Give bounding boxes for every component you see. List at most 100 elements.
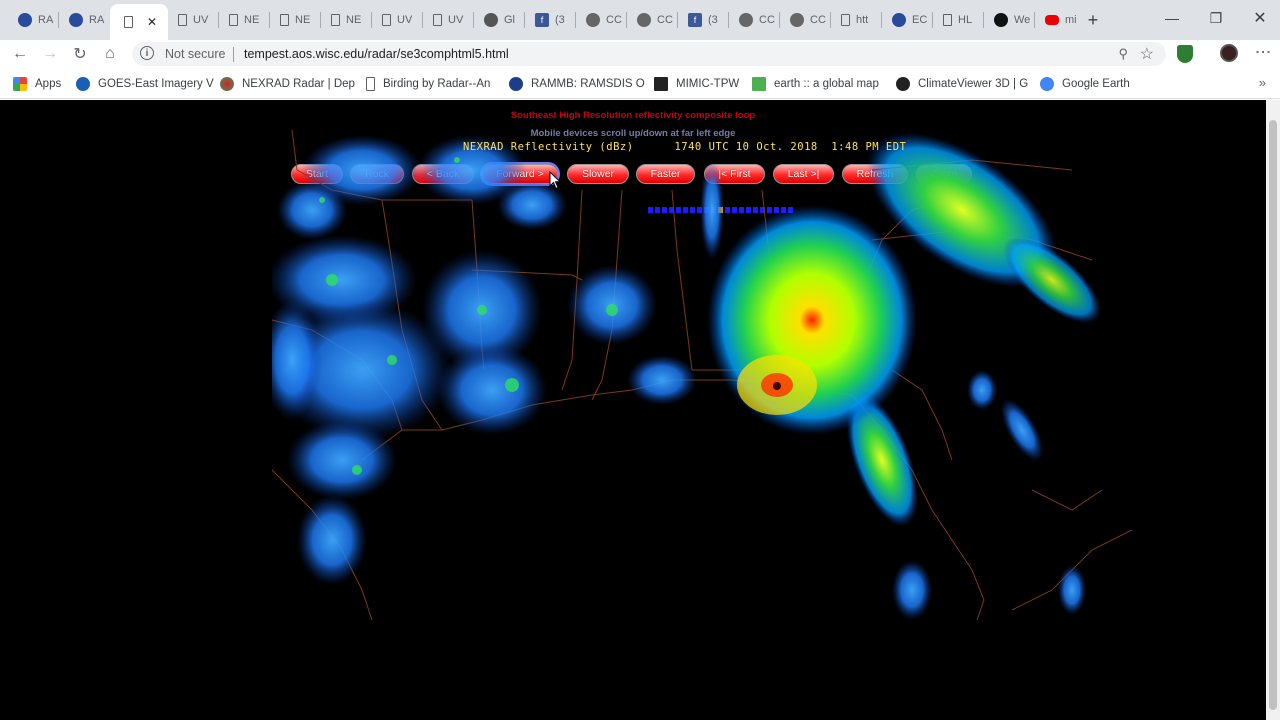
tab-3[interactable]: UV: [168, 8, 218, 32]
tab-title: CC: [657, 14, 673, 26]
tab-title: UV: [397, 14, 413, 26]
forward-button[interactable]: →: [39, 43, 61, 65]
bookmark-item[interactable]: Apps: [13, 76, 61, 92]
tab-title: NE: [295, 14, 311, 26]
bookmark-item[interactable]: GOES-East Imagery V: [76, 76, 214, 92]
tab-title: htt: [856, 14, 869, 26]
close-window-button[interactable]: ✕: [1238, 0, 1280, 36]
page-icon: [280, 14, 289, 26]
tab-16[interactable]: htt: [831, 8, 881, 32]
tab-strip: RA RA ✕ UV NE NE NE UV UV Gl f (3 CC CC f (3 CC CC htt EC HL…: [0, 0, 1280, 40]
page-icon: [841, 14, 850, 26]
back-button[interactable]: ←: [9, 43, 31, 65]
facebook-icon: f: [535, 13, 549, 27]
tab-title: mi: [1065, 14, 1077, 26]
profile-avatar[interactable]: [1220, 44, 1238, 62]
restore-button[interactable]: ❐: [1194, 0, 1238, 36]
bookmark-item[interactable]: Google Earth: [1040, 76, 1130, 92]
radar-map: [272, 130, 1132, 620]
tab-title: RA: [38, 14, 54, 26]
bookmarks-bar: Apps GOES-East Imagery V NEXRAD Radar | De…: [0, 70, 1280, 99]
tab-title: UV: [448, 14, 464, 26]
tab-6[interactable]: NE: [321, 8, 371, 32]
page-icon: [229, 14, 238, 26]
page-icon: [178, 14, 187, 26]
bookmark-label: MIMIC-TPW: [676, 78, 740, 90]
zoom-icon[interactable]: ⚲: [1118, 46, 1128, 62]
tab-title: NE: [244, 14, 260, 26]
page-scrollbar[interactable]: [1266, 100, 1280, 720]
tab-0[interactable]: RA: [8, 8, 58, 32]
tab-20[interactable]: mi: [1035, 8, 1085, 32]
bookmark-label: Google Earth: [1062, 78, 1130, 90]
new-tab-button[interactable]: +: [1083, 8, 1103, 32]
minimize-button[interactable]: —: [1150, 0, 1194, 36]
tab-9[interactable]: Gl: [474, 8, 524, 32]
waves-icon: [994, 13, 1008, 27]
nexrad-icon: [220, 77, 234, 91]
tab-title: CC: [606, 14, 622, 26]
bookmark-item[interactable]: ClimateViewer 3D | G: [896, 76, 1028, 92]
tab-8[interactable]: UV: [423, 8, 473, 32]
reload-button[interactable]: ↻: [69, 43, 91, 65]
bookmark-star-icon[interactable]: ☆: [1140, 44, 1154, 64]
close-tab-icon[interactable]: ✕: [147, 15, 157, 29]
toolbar: ← → ↻ ⌂ i Not secure tempest.aos.wisc.ed…: [0, 40, 1280, 68]
radar-map-title: NEXRAD Reflectivity (dBz) 1740 UTC 10 Oc…: [463, 141, 907, 153]
bookmark-item[interactable]: NEXRAD Radar | Dep: [220, 76, 355, 92]
tab-title: (3: [555, 14, 565, 26]
tab-title: UV: [193, 14, 209, 26]
tab-13[interactable]: f (3: [678, 8, 728, 32]
bookmark-label: earth :: a global map: [774, 78, 879, 90]
tab-10[interactable]: f (3: [525, 8, 575, 32]
tab-7[interactable]: UV: [372, 8, 422, 32]
tab-5[interactable]: NE: [270, 8, 320, 32]
tab-title: RA: [89, 14, 105, 26]
shield-extension-icon[interactable]: [1177, 45, 1193, 63]
tab-title: NE: [346, 14, 362, 26]
youtube-icon: [1045, 15, 1059, 25]
address-bar[interactable]: i Not secure tempest.aos.wisc.edu/radar/…: [132, 42, 1166, 66]
scrollbar-thumb[interactable]: [1269, 120, 1277, 710]
mimic-icon: [654, 77, 668, 91]
bookmark-item[interactable]: earth :: a global map: [752, 76, 879, 92]
globe-blue-icon: [18, 13, 32, 27]
tab-title: CC: [810, 14, 826, 26]
bookmark-item[interactable]: MIMIC-TPW: [654, 76, 739, 92]
tab-11[interactable]: CC: [576, 8, 626, 32]
bookmark-label: Birding by Radar--An: [383, 78, 491, 90]
facebook-icon: f: [688, 13, 702, 27]
bookmark-label: GOES-East Imagery V: [98, 78, 214, 90]
tab-title: CC: [759, 14, 775, 26]
tab-2[interactable]: ✕: [110, 4, 168, 40]
google-earth-icon: [1040, 77, 1054, 91]
tab-12[interactable]: CC: [627, 8, 677, 32]
bookmark-label: NEXRAD Radar | Dep: [242, 78, 355, 90]
menu-kebab-icon[interactable]: ⋮: [1253, 44, 1272, 57]
hurricane-michael-echo: [707, 132, 1101, 620]
tab-4[interactable]: NE: [219, 8, 269, 32]
info-icon[interactable]: i: [140, 46, 154, 60]
globe-gray-icon: [739, 13, 753, 27]
tab-title: Gl: [504, 14, 515, 26]
mouse-cursor-icon: [549, 171, 562, 190]
tab-title: EC: [912, 14, 928, 26]
url-text[interactable]: tempest.aos.wisc.edu/radar/se3comphtml5.…: [244, 47, 509, 61]
chevron-more-icon[interactable]: »: [1259, 75, 1266, 90]
globe-gray-icon: [586, 13, 600, 27]
tab-15[interactable]: CC: [780, 8, 830, 32]
tab-17[interactable]: EC: [882, 8, 932, 32]
tab-14[interactable]: CC: [729, 8, 779, 32]
bookmark-item[interactable]: Birding by Radar--An: [366, 76, 490, 92]
tab-18[interactable]: HL: [933, 8, 983, 32]
globe-gray-icon: [637, 13, 651, 27]
bookmark-label: Apps: [35, 78, 62, 90]
bookmark-item[interactable]: RAMMB: RAMSDIS O: [509, 76, 645, 92]
page-icon: [382, 14, 391, 26]
home-button[interactable]: ⌂: [99, 43, 121, 65]
page-icon: [366, 77, 375, 91]
bookmark-label: ClimateViewer 3D | G: [918, 78, 1029, 90]
tab-19[interactable]: We: [984, 8, 1034, 32]
globe-blue-icon: [69, 13, 83, 27]
tab-1[interactable]: RA: [59, 8, 109, 32]
